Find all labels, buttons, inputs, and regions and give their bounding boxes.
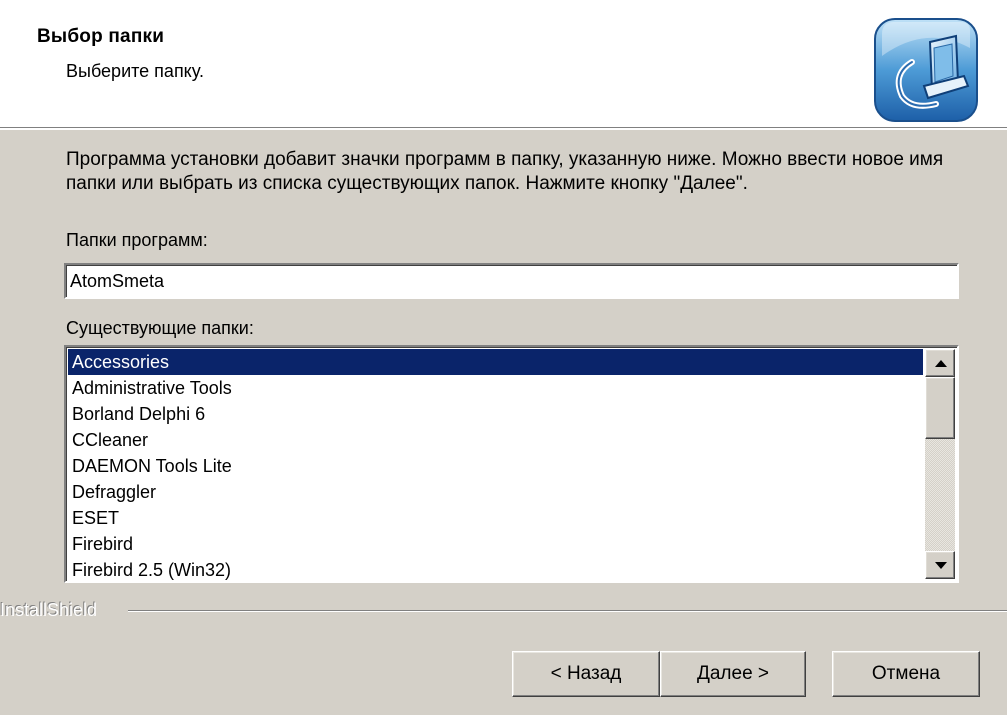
installshield-separator: InstallShield <box>0 598 1007 624</box>
computer-setup-icon <box>872 16 980 124</box>
scroll-down-button[interactable] <box>925 551 955 579</box>
list-item[interactable]: Administrative Tools <box>68 375 923 401</box>
list-item[interactable]: DAEMON Tools Lite <box>68 453 923 479</box>
existing-folders-label: Существующие папки: <box>66 318 254 338</box>
list-item[interactable]: Defraggler <box>68 479 923 505</box>
back-button[interactable]: < Назад <box>512 651 660 697</box>
list-item[interactable]: CCleaner <box>68 427 923 453</box>
list-item[interactable]: Borland Delphi 6 <box>68 401 923 427</box>
page-title: Выбор папки <box>37 26 165 47</box>
list-item[interactable]: ESET <box>68 505 923 531</box>
arrow-down-icon <box>935 562 947 569</box>
list-item[interactable]: Accessories <box>68 349 923 375</box>
list-items-container: Accessories Administrative Tools Borland… <box>68 349 923 581</box>
scroll-thumb[interactable] <box>925 377 955 439</box>
program-folder-input[interactable] <box>64 263 959 299</box>
installshield-brand: InstallShield <box>0 600 98 620</box>
program-folders-label: Папки программ: <box>66 230 208 250</box>
separator-line <box>128 610 1007 612</box>
page-subtitle: Выберите папку. <box>66 61 204 81</box>
existing-folders-list[interactable]: Accessories Administrative Tools Borland… <box>64 345 959 583</box>
instructions-text: Программа установки добавит значки прогр… <box>66 149 944 194</box>
list-item[interactable]: Firebird 2.5 (Win32) <box>68 557 923 581</box>
arrow-up-icon <box>935 360 947 367</box>
scroll-up-button[interactable] <box>925 349 955 377</box>
list-scrollbar[interactable] <box>925 349 955 579</box>
dialog-header: Выбор папки Выберите папку. <box>0 0 1007 130</box>
cancel-button[interactable]: Отмена <box>832 651 980 697</box>
next-button[interactable]: Далее > <box>660 651 806 697</box>
list-item[interactable]: Firebird <box>68 531 923 557</box>
